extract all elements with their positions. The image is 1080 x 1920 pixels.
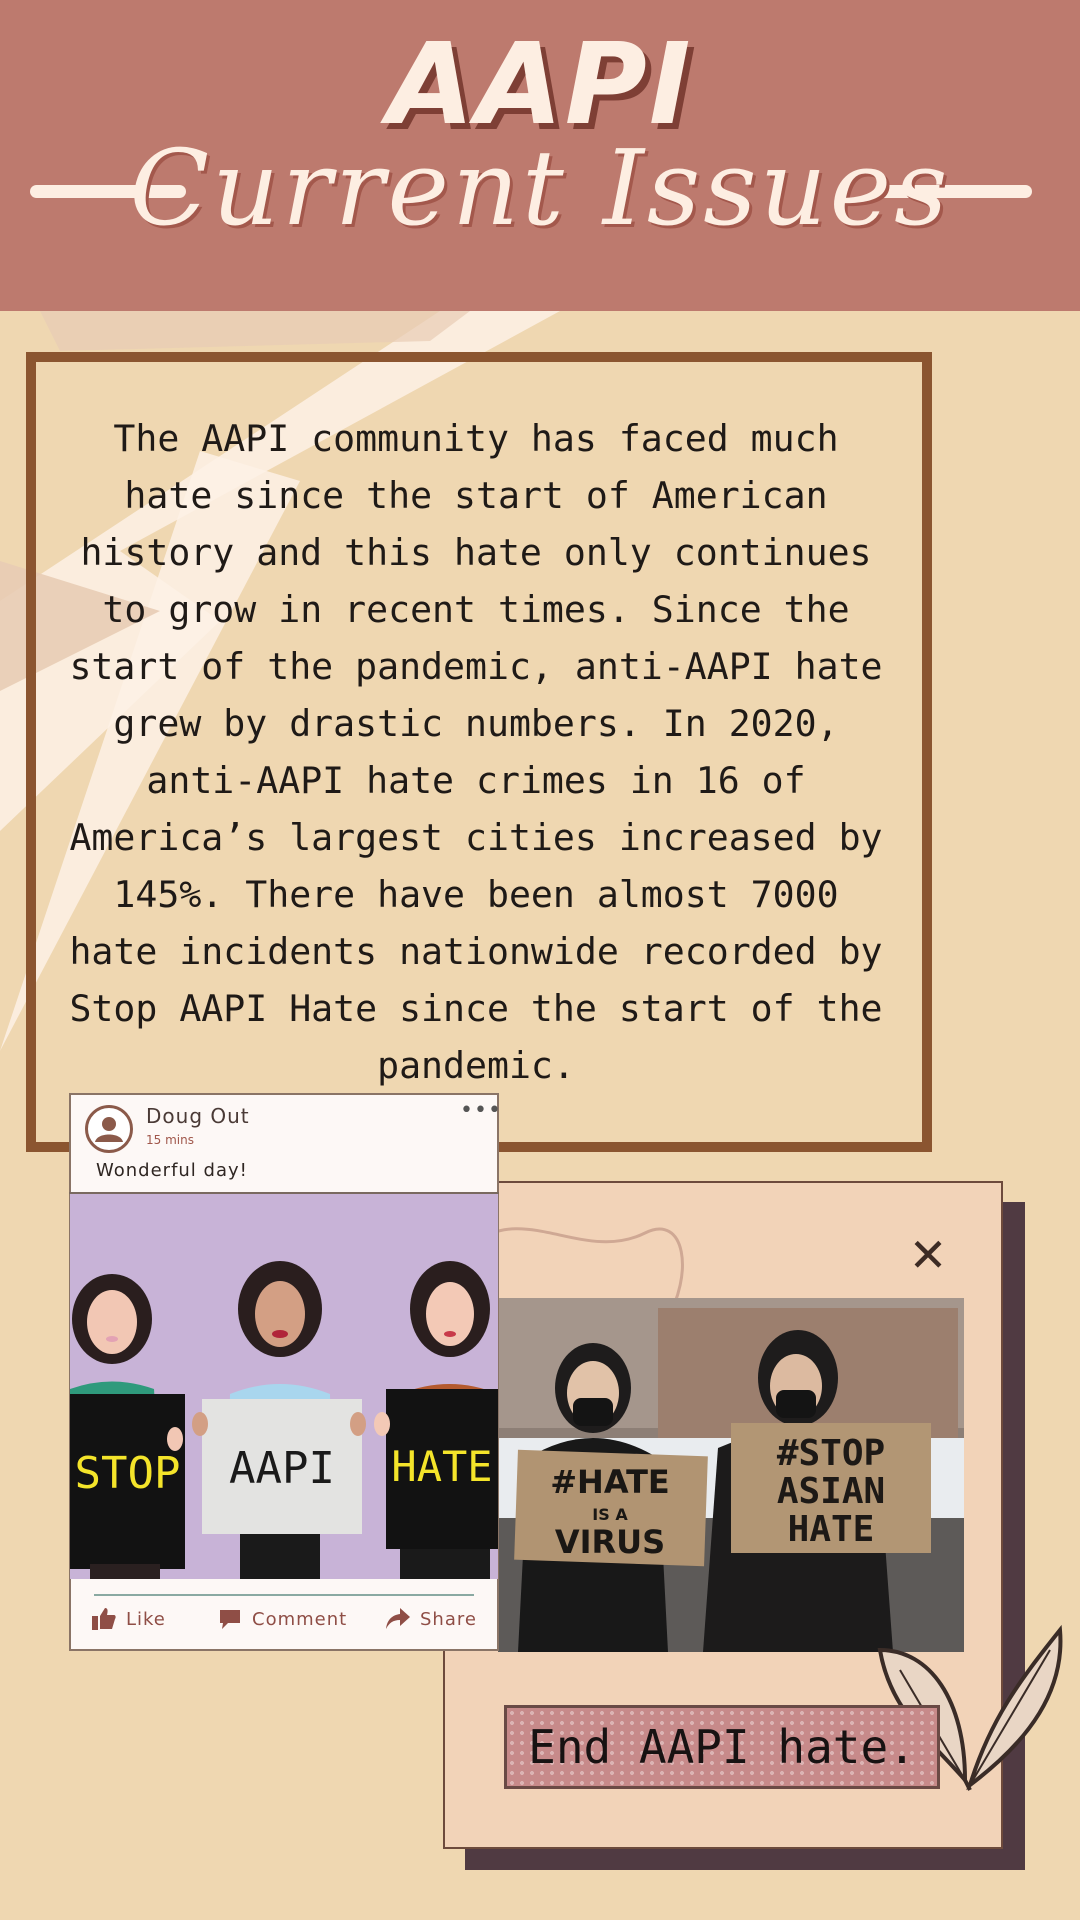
body-paragraph: The AAPI community has faced much hate s… — [69, 417, 883, 1087]
avatar[interactable] — [85, 1105, 133, 1153]
comment-button[interactable]: Comment — [218, 1608, 347, 1630]
share-label: Share — [420, 1608, 477, 1630]
svg-text:IS A: IS A — [592, 1505, 628, 1524]
post-caption: Wonderful day! — [96, 1160, 248, 1181]
share-button[interactable]: Share — [386, 1608, 477, 1630]
svg-text:ASIAN: ASIAN — [777, 1471, 885, 1512]
like-button[interactable]: Like — [92, 1608, 166, 1630]
comment-icon — [220, 1610, 240, 1629]
page-subtitle: Current Issues — [129, 127, 951, 249]
sign-aapi: AAPI — [229, 1443, 335, 1494]
post-timestamp: 15 mins — [146, 1133, 194, 1147]
post-illustration: STOP AAPI HATE — [70, 1194, 498, 1579]
sign-stop-asian-hate: #STOP ASIAN HATE — [731, 1423, 931, 1553]
end-banner-text: End AAPI hate. — [528, 1720, 916, 1774]
sign-hate-is-a-virus: #HATE IS A VIRUS — [514, 1449, 708, 1567]
share-icon — [386, 1608, 410, 1629]
sign-hate: HATE — [391, 1442, 493, 1491]
close-icon[interactable]: ✕ — [903, 1230, 953, 1280]
user-icon — [95, 1117, 123, 1142]
sign-stop: STOP — [74, 1448, 181, 1499]
more-options-icon[interactable]: ••• — [460, 1098, 502, 1123]
post-author[interactable]: Doug Out — [146, 1104, 250, 1128]
svg-text:#STOP: #STOP — [777, 1433, 885, 1474]
svg-text:#HATE: #HATE — [550, 1463, 670, 1501]
svg-text:VIRUS: VIRUS — [555, 1523, 665, 1561]
comment-label: Comment — [252, 1608, 348, 1630]
thumbs-up-icon — [92, 1608, 116, 1630]
post-actions-divider — [94, 1594, 474, 1596]
svg-text:HATE: HATE — [788, 1509, 875, 1550]
like-label: Like — [126, 1608, 166, 1630]
protest-photo: #HATE IS A VIRUS #STOP ASIAN HATE — [498, 1298, 964, 1652]
